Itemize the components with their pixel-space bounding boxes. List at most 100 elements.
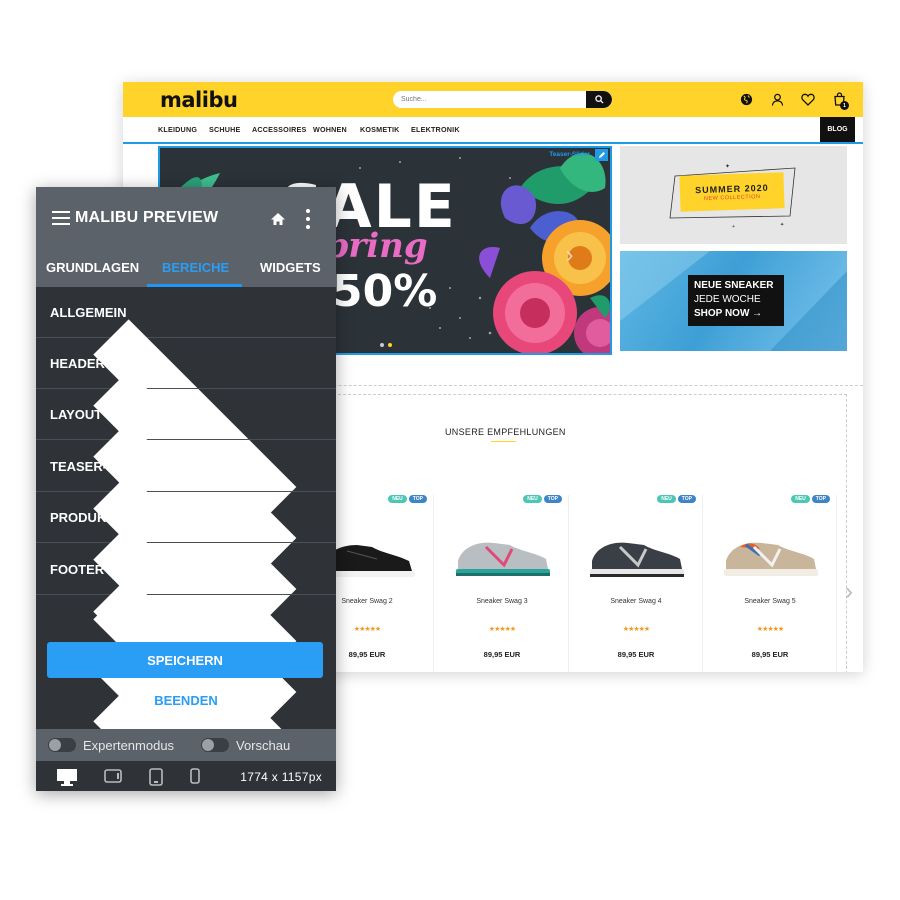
menu-item-produktseite[interactable]: PRODUKTSEITE (36, 492, 336, 791)
shop-logo[interactable]: malibu (160, 88, 238, 112)
sneaker-image (590, 542, 684, 577)
menu-item-footer[interactable]: FOOTER (36, 544, 336, 791)
product-rating-stars: ★★★★★ (488, 626, 516, 633)
summer-badge: SUMMER 2020 NEW COLLECTION (679, 172, 785, 212)
product-badges: NEU TOP (523, 495, 562, 503)
sneaker-teaser-line1: NEUE SNEAKER (694, 280, 774, 291)
search-icon (594, 95, 604, 104)
menu-item-label: TEASER-SLIDER (50, 459, 155, 474)
product-price: 89,95 EUR (617, 650, 655, 659)
device-preview-bar: 1774 x 1157px (36, 761, 336, 791)
menu-item-label: LAYOUT (50, 407, 103, 422)
product-price: 89,95 EUR (751, 650, 789, 659)
menu-item-header[interactable]: HEADER (36, 338, 336, 706)
preview-toggle[interactable] (201, 738, 229, 752)
product-price: 89,95 EUR (483, 650, 521, 659)
badge-top: TOP (408, 495, 427, 503)
menu-item-teaser-slider[interactable]: TEASER-SLIDER (36, 441, 336, 791)
carousel-next-arrow-icon[interactable]: › (845, 578, 853, 606)
more-vertical-icon[interactable] (300, 209, 316, 229)
badge-new: NEU (523, 495, 542, 503)
product-rating-stars: ★★★★★ (756, 626, 784, 633)
slider-next-arrow-icon[interactable]: › (566, 242, 573, 268)
editor-header: MALIBU PREVIEW GRUNDLAGEN BEREICHE WIDGE… (36, 187, 336, 287)
nav-item-wohnen[interactable]: WOHNEN (313, 125, 347, 134)
tab-bereiche[interactable]: BEREICHE (162, 260, 229, 275)
slider-discount: 50% (332, 266, 438, 317)
product-name[interactable]: Sneaker Swag 5 (703, 598, 837, 605)
product-name[interactable]: Sneaker Swag 3 (435, 598, 569, 605)
badge-new: NEU (388, 495, 407, 503)
badge-top: TOP (543, 495, 562, 503)
teaser-new-sneakers[interactable]: NEUE SNEAKER JEDE WOCHE SHOP NOW → (620, 251, 847, 351)
cart-icon[interactable]: 1 (831, 91, 849, 110)
teaser-summer-collection[interactable]: ✦ + ✦ + SUMMER 2020 NEW COLLECTION (620, 146, 847, 244)
slider-edit-button[interactable] (595, 149, 608, 161)
pencil-icon (598, 152, 605, 158)
editor-title: MALIBU PREVIEW (75, 209, 219, 226)
product-badges: NEU TOP (388, 495, 427, 503)
shop-main-nav: KLEIDUNG SCHUHE ACCESSOIRES WOHNEN KOSME… (123, 117, 863, 144)
nav-item-kleidung[interactable]: KLEIDUNG (158, 125, 197, 134)
account-icon[interactable] (769, 91, 785, 107)
exit-button[interactable]: BEENDEN (36, 693, 336, 708)
product-card[interactable]: NEU TOP Sneaker Swag 3 ★★★★★ 89,95 EUR (435, 495, 569, 672)
hamburger-menu-icon[interactable] (52, 211, 70, 225)
home-icon[interactable] (270, 211, 286, 227)
product-name[interactable]: Sneaker Swag 4 (569, 598, 703, 605)
product-badges: NEU TOP (791, 495, 830, 503)
badge-top: TOP (677, 495, 696, 503)
nav-item-accessoires[interactable]: ACCESSOIRES (252, 125, 307, 134)
sneaker-teaser-line2: JEDE WOCHE (694, 294, 761, 305)
theme-editor-panel: MALIBU PREVIEW GRUNDLAGEN BEREICHE WIDGE… (36, 187, 336, 791)
product-card[interactable]: NEU TOP Sneaker Swag 4 ★★★★★ 89,95 EUR (569, 495, 703, 672)
wishlist-heart-icon[interactable] (800, 91, 816, 107)
product-card[interactable]: NEU TOP Sneaker Swag 5 ★★★★★ 89,95 EUR (703, 495, 837, 672)
menu-item-label: PRODUKTSEITE (50, 510, 152, 525)
smartphone-icon[interactable] (190, 768, 200, 784)
shop-header: malibu 1 (123, 82, 863, 117)
menu-item-label: HEADER (50, 356, 105, 371)
tablet-portrait-icon[interactable] (149, 768, 163, 786)
product-badges: NEU TOP (657, 495, 696, 503)
badge-top: TOP (811, 495, 830, 503)
sneaker-teaser-box: NEUE SNEAKER JEDE WOCHE SHOP NOW → (688, 275, 784, 326)
svg-text:✦: ✦ (725, 163, 730, 170)
menu-item-layout[interactable]: LAYOUT (36, 389, 336, 757)
svg-text:+: + (732, 224, 735, 230)
slider-widget-label: Teaser-Slider (549, 151, 590, 158)
menu-item-allgemein[interactable]: ALLGEMEIN (36, 287, 336, 655)
shop-now-link[interactable]: SHOP NOW → (694, 307, 778, 321)
nav-item-kosmetik[interactable]: KOSMETIK (360, 125, 400, 134)
resolution-readout: 1774 x 1157px (240, 770, 322, 784)
globe-icon[interactable] (738, 91, 754, 107)
sneaker-image (724, 542, 818, 576)
title-underline (491, 441, 516, 442)
tab-widgets[interactable]: WIDGETS (260, 260, 321, 275)
desktop-icon[interactable] (56, 768, 78, 786)
expert-mode-label: Expertenmodus (83, 738, 175, 753)
badge-new: NEU (657, 495, 676, 503)
product-rating-stars: ★★★★★ (622, 626, 650, 633)
expert-mode-toggle[interactable] (48, 738, 76, 752)
recommendations-title: UNSERE EMPFEHLUNGEN (445, 427, 566, 437)
nav-item-blog[interactable]: BLOG (820, 117, 855, 142)
menu-item-label: FOOTER (50, 562, 105, 577)
save-button[interactable]: SPEICHERN (47, 642, 323, 678)
tablet-landscape-icon[interactable] (104, 768, 122, 784)
cart-count-badge: 1 (840, 101, 849, 110)
sneaker-image (456, 542, 550, 576)
svg-text:✦: ✦ (780, 222, 784, 228)
editor-toggles-bar: Expertenmodus Vorschau (36, 729, 336, 761)
slider-dot[interactable] (380, 343, 384, 347)
summer-subtitle: NEW COLLECTION (703, 193, 761, 202)
nav-item-schuhe[interactable]: SCHUHE (209, 125, 241, 134)
preview-label: Vorschau (236, 738, 291, 753)
search-input[interactable] (401, 91, 581, 108)
search-bar[interactable] (393, 91, 612, 108)
nav-item-elektronik[interactable]: ELEKTRONIK (411, 125, 460, 134)
menu-item-label: ALLGEMEIN (50, 305, 127, 320)
slider-dot-active[interactable] (388, 343, 392, 347)
tab-grundlagen[interactable]: GRUNDLAGEN (46, 260, 139, 275)
search-button[interactable] (586, 91, 612, 108)
